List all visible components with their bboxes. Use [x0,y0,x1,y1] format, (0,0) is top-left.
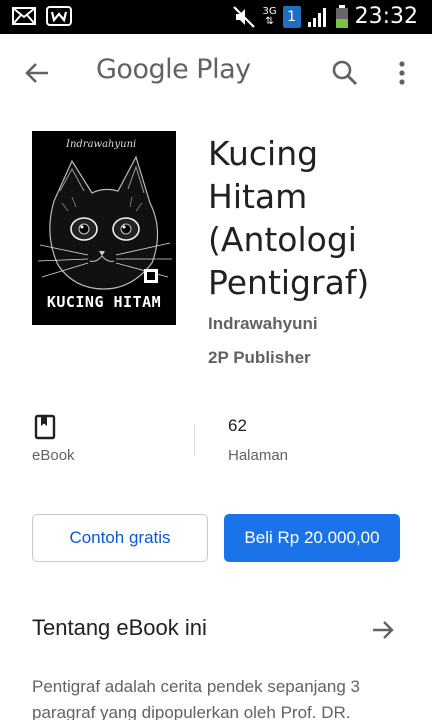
format-label: eBook [32,447,75,464]
arrow-forward-icon[interactable] [370,617,396,643]
more-vert-icon[interactable] [388,56,416,90]
about-section-title[interactable]: Tentang eBook ini [32,615,207,641]
back-arrow-icon[interactable] [20,56,54,90]
about-description: Pentigraf adalah cerita pendek sepanjang… [32,677,360,720]
book-cover[interactable]: Indrawahyuni KUCING HITAM [32,131,176,325]
mail-icon [12,7,36,25]
mute-icon [233,6,256,28]
book-author-link[interactable]: Indrawahyuni [208,314,318,334]
sim-icon: 1 [282,6,301,28]
app-title: Google Play [96,54,251,85]
book-title: Kucing Hitam (Antologi Pentigraf) [208,134,370,302]
cover-title: KUCING HITAM [46,293,162,311]
signal-icon [307,8,326,27]
app-bar: Google Play [0,34,432,110]
free-sample-button[interactable]: Contoh gratis [32,514,208,562]
ebook-icon [34,414,56,440]
search-icon[interactable] [328,56,362,90]
network-3g-icon: 3G ⇅ [262,6,277,27]
buy-button[interactable]: Beli Rp 20.000,00 [224,514,400,562]
page-count-label: Halaman [228,447,289,464]
status-bar: 3G ⇅ 1 23:32 [0,0,432,34]
w-app-icon [46,6,72,26]
info-divider [194,424,195,456]
page-count: 62 [228,416,247,435]
book-publisher-link[interactable]: 2P Publisher [208,348,311,368]
battery-icon [335,5,348,28]
clock: 23:32 [354,4,418,29]
